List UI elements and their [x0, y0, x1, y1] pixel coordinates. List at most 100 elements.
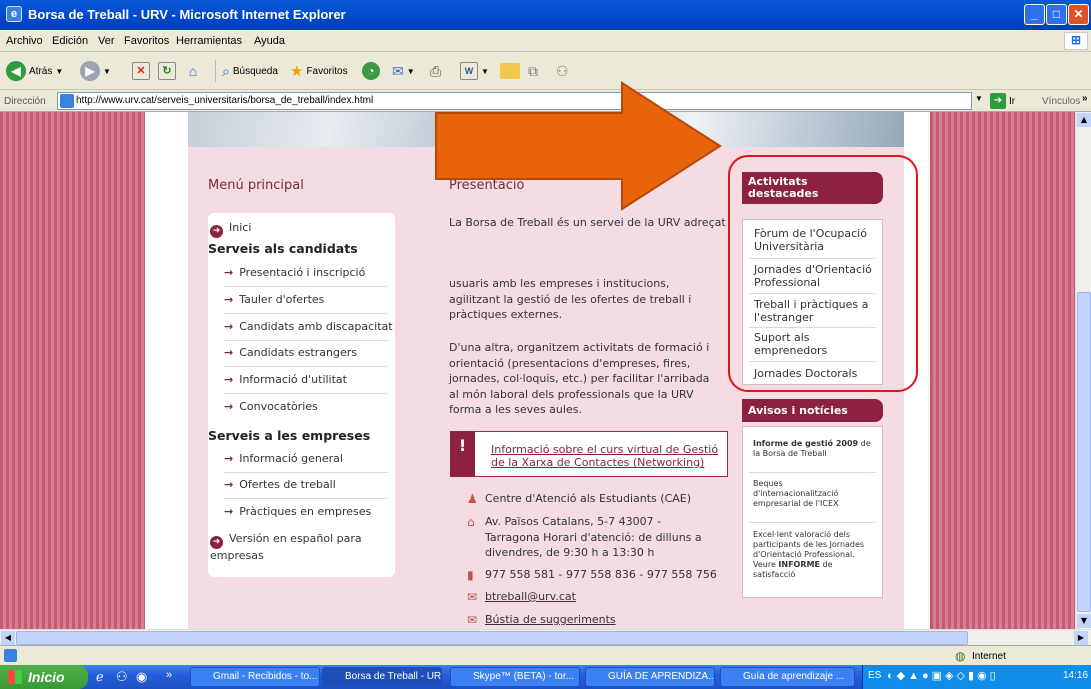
horizontal-scrollbar[interactable]: ◀ ▶	[0, 629, 1091, 645]
divider	[749, 472, 876, 473]
scroll-right-icon[interactable]: ▶	[1074, 631, 1088, 645]
start-button[interactable]: Inicio	[0, 665, 88, 689]
windows-logo-icon: ⊞	[1064, 32, 1088, 50]
contact-email[interactable]: ✉ btreball@urv.cat	[467, 589, 576, 605]
news-bold: INFORME	[778, 560, 820, 569]
contact-center-label: Centre d'Atenció als Estudiants (CAE)	[485, 492, 692, 505]
clock: 14:16	[1063, 670, 1089, 681]
news-item[interactable]: Beques d'internacionalització empresaria…	[753, 479, 863, 509]
menu-item-spanish[interactable]: ➜ Versión en español para empresas	[210, 532, 380, 563]
news-item[interactable]: Excel·lent valoració dels participants d…	[753, 530, 875, 580]
research-icon: ⧉	[528, 62, 538, 79]
menu-item-disability[interactable]: → Candidats amb discapacitat	[224, 320, 393, 333]
search-button[interactable]: ⌕ Búsqueda	[215, 60, 278, 82]
scroll-left-icon[interactable]: ◀	[1, 631, 15, 645]
contact-suggestions[interactable]: ✉ Bústia de suggeriments	[467, 612, 616, 628]
task-borsa[interactable]: Borsa de Treball - UR...	[322, 667, 442, 687]
vertical-scrollbar[interactable]: ▲ ▼	[1075, 112, 1091, 629]
menu-archivo[interactable]: Archivo	[6, 35, 43, 47]
back-icon: ◀	[6, 61, 26, 81]
arrow-icon: →	[224, 505, 234, 518]
menu-item-internships[interactable]: → Pràctiques en empreses	[224, 505, 371, 518]
menu-item-label: Presentació i inscripció	[239, 266, 366, 279]
menu-item-general-info[interactable]: → Informació general	[224, 452, 343, 465]
arrow-icon: →	[224, 346, 234, 359]
divider	[224, 366, 388, 367]
menu-favoritos[interactable]: Favoritos	[124, 35, 169, 47]
maximize-button[interactable]: □	[1046, 4, 1067, 25]
menu-ayuda[interactable]: Ayuda	[254, 35, 285, 47]
menu-bar: Archivo Edición Ver Favoritos Herramient…	[0, 30, 1091, 52]
research-button[interactable]: ⧉	[528, 60, 538, 82]
tray-icons[interactable]: ◐◆▲●▣◈◇▮◉▯	[887, 669, 999, 682]
history-button[interactable]: ◔	[362, 60, 380, 82]
menu-item-calls[interactable]: → Convocatòries	[224, 400, 318, 413]
task-skype[interactable]: Skype™ (BETA) - tor...	[450, 667, 580, 687]
language-indicator[interactable]: ES	[868, 670, 881, 681]
quicklaunch-browser-icon[interactable]: ◉	[136, 669, 147, 685]
menu-item-useful-info[interactable]: → Informació d'utilitat	[224, 373, 347, 386]
window-title: Borsa de Treball - URV - Microsoft Inter…	[28, 7, 346, 22]
scroll-thumb[interactable]	[1077, 292, 1091, 612]
menu-item-label: Pràctiques en empreses	[239, 505, 372, 518]
contact-phones-label: 977 558 581 - 977 558 836 - 977 558 756	[485, 568, 717, 581]
messenger-button[interactable]: ⚇	[556, 60, 569, 82]
menu-item-foreign[interactable]: → Candidats estrangers	[224, 346, 357, 359]
scroll-thumb-horizontal[interactable]	[16, 631, 968, 645]
scroll-down-icon[interactable]: ▼	[1077, 614, 1091, 628]
notice-link[interactable]: Informació sobre el curs virtual de Gest…	[491, 443, 721, 469]
minimize-button[interactable]: _	[1024, 4, 1045, 25]
links-chevron-icon[interactable]: »	[1082, 93, 1088, 104]
menu-item-home[interactable]: ➜ Inici	[210, 221, 251, 238]
intro-first-line: La Borsa de Treball és un servei de la U…	[449, 216, 726, 229]
menu-item-job-offers[interactable]: → Ofertes de treball	[224, 478, 336, 491]
refresh-icon: ↻	[158, 62, 176, 80]
task-gmail[interactable]: Gmail - Recibidos - to...	[190, 667, 320, 687]
print-button[interactable]: ⎙	[430, 60, 441, 82]
favorites-button[interactable]: ★ Favoritos	[290, 60, 348, 82]
news-item[interactable]: Informe de gestió 2009 de la Borsa de Tr…	[753, 439, 875, 459]
menu-edicion[interactable]: Edición	[52, 35, 88, 47]
folder-icon	[500, 63, 520, 79]
menu-item-registration[interactable]: → Presentació i inscripció	[224, 266, 365, 279]
quicklaunch-ie-icon[interactable]: ℯ	[96, 669, 104, 685]
task-guia-doc[interactable]: Guía de aprendizaje ...	[720, 667, 855, 687]
arrow-icon: →	[224, 293, 234, 306]
menu-item-label: Tauler d'ofertes	[239, 293, 325, 306]
quicklaunch-chevron-icon[interactable]: »	[166, 669, 172, 681]
menu-ver[interactable]: Ver	[98, 35, 115, 47]
stop-button[interactable]: ✕	[132, 60, 150, 82]
close-button[interactable]: ✕	[1068, 4, 1089, 25]
folder-button[interactable]	[500, 60, 520, 82]
arrow-icon: →	[224, 320, 234, 333]
news-bold: Informe de gestió 2009	[753, 439, 859, 448]
contact-center: ♟ Centre d'Atenció als Estudiants (CAE)	[467, 491, 692, 507]
star-icon: ★	[290, 63, 304, 80]
back-button[interactable]: ◀ Atrás ▼	[6, 60, 63, 82]
refresh-button[interactable]: ↻	[158, 60, 176, 82]
mail-button[interactable]: ✉ ▼	[392, 60, 415, 82]
address-url: http://www.urv.cat/serveis_universitaris…	[76, 95, 374, 106]
divider	[224, 498, 388, 499]
menu-item-label: Candidats estrangers	[239, 346, 357, 359]
home-button[interactable]: ⌂	[184, 60, 202, 82]
go-button[interactable]: ➜ Ir	[990, 93, 1015, 109]
quicklaunch-messenger-icon[interactable]: ⚇	[116, 669, 128, 685]
favorites-label: Favoritos	[306, 65, 348, 77]
mail-icon: ✉	[467, 613, 478, 627]
stop-icon: ✕	[132, 62, 150, 80]
back-label: Atrás	[29, 65, 53, 77]
arrow-icon: →	[224, 266, 234, 279]
links-label[interactable]: Vínculos	[1042, 96, 1080, 107]
news-header: Avisos i notícies	[742, 399, 883, 422]
ie-icon: e	[6, 6, 22, 22]
page-icon	[60, 94, 74, 108]
menu-item-spanish-label: Versión en español para empresas	[210, 532, 362, 562]
address-dropdown-icon[interactable]: ▼	[975, 94, 983, 103]
task-guia[interactable]: GUÍA DE APRENDIZA...	[585, 667, 715, 687]
forward-button[interactable]: ▶ ▼	[80, 60, 111, 82]
menu-herramientas[interactable]: Herramientas	[176, 35, 242, 47]
edit-button[interactable]: W ▼	[460, 60, 489, 82]
scroll-up-icon[interactable]: ▲	[1077, 113, 1091, 127]
menu-item-job-board[interactable]: → Tauler d'ofertes	[224, 293, 324, 306]
